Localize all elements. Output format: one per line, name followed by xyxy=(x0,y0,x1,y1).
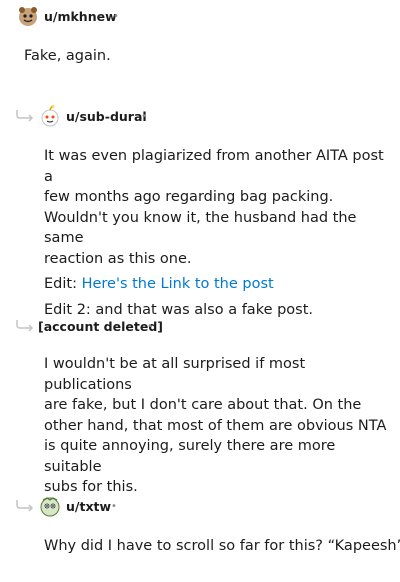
comment-body: Why did I have to scroll so far for this… xyxy=(44,538,400,554)
meta-separator: • xyxy=(111,501,117,512)
comment-body: I wouldn't be at all surprised if most p… xyxy=(44,354,389,498)
body-line: are fake, but I don't care about that. O… xyxy=(44,397,362,413)
comment: u/mkhnew • Fake, again. xyxy=(0,0,400,80)
comment-author: [account deleted] xyxy=(38,319,163,334)
edit-line: Edit: Here's the Link to the post xyxy=(44,274,389,295)
body-line: is quite annoying, surely there are more… xyxy=(44,438,336,475)
reply-arrow-icon xyxy=(16,110,34,122)
reply-arrow-icon xyxy=(16,500,34,512)
comment-body: Fake, again. xyxy=(24,48,111,64)
snoo-avatar-icon[interactable] xyxy=(39,105,61,127)
comment: u/sub-dural • It was even plagiarized fr… xyxy=(0,100,400,318)
snoo-avatar-icon[interactable] xyxy=(39,495,61,517)
comment-author[interactable]: u/txtw xyxy=(66,499,111,514)
body-line: I wouldn't be at all surprised if most p… xyxy=(44,356,306,393)
reply-arrow-icon xyxy=(16,320,34,332)
post-link[interactable]: Here's the Link to the post xyxy=(82,276,274,292)
edit-prefix: Edit: xyxy=(44,276,82,292)
meta-separator: • xyxy=(141,111,147,122)
comment-author[interactable]: u/mkhnew xyxy=(44,9,117,24)
comment: u/txtw • Why did I have to scroll so far… xyxy=(0,490,400,582)
comment-author[interactable]: u/sub-dural xyxy=(66,109,147,124)
body-line: few months ago regarding bag packing. xyxy=(44,189,334,205)
meta-separator: • xyxy=(147,321,153,332)
body-line: It was even plagiarized from another AIT… xyxy=(44,148,384,185)
comment-body: It was even plagiarized from another AIT… xyxy=(44,146,389,320)
body-line: reaction as this one. xyxy=(44,250,192,267)
body-line: other hand, that most of them are obviou… xyxy=(44,417,387,434)
body-line: Wouldn't you know it, the husband had th… xyxy=(44,209,357,247)
comment: [account deleted] • I wouldn't be at all… xyxy=(0,310,400,495)
snoo-avatar-icon[interactable] xyxy=(17,5,39,27)
meta-separator: • xyxy=(113,11,119,22)
